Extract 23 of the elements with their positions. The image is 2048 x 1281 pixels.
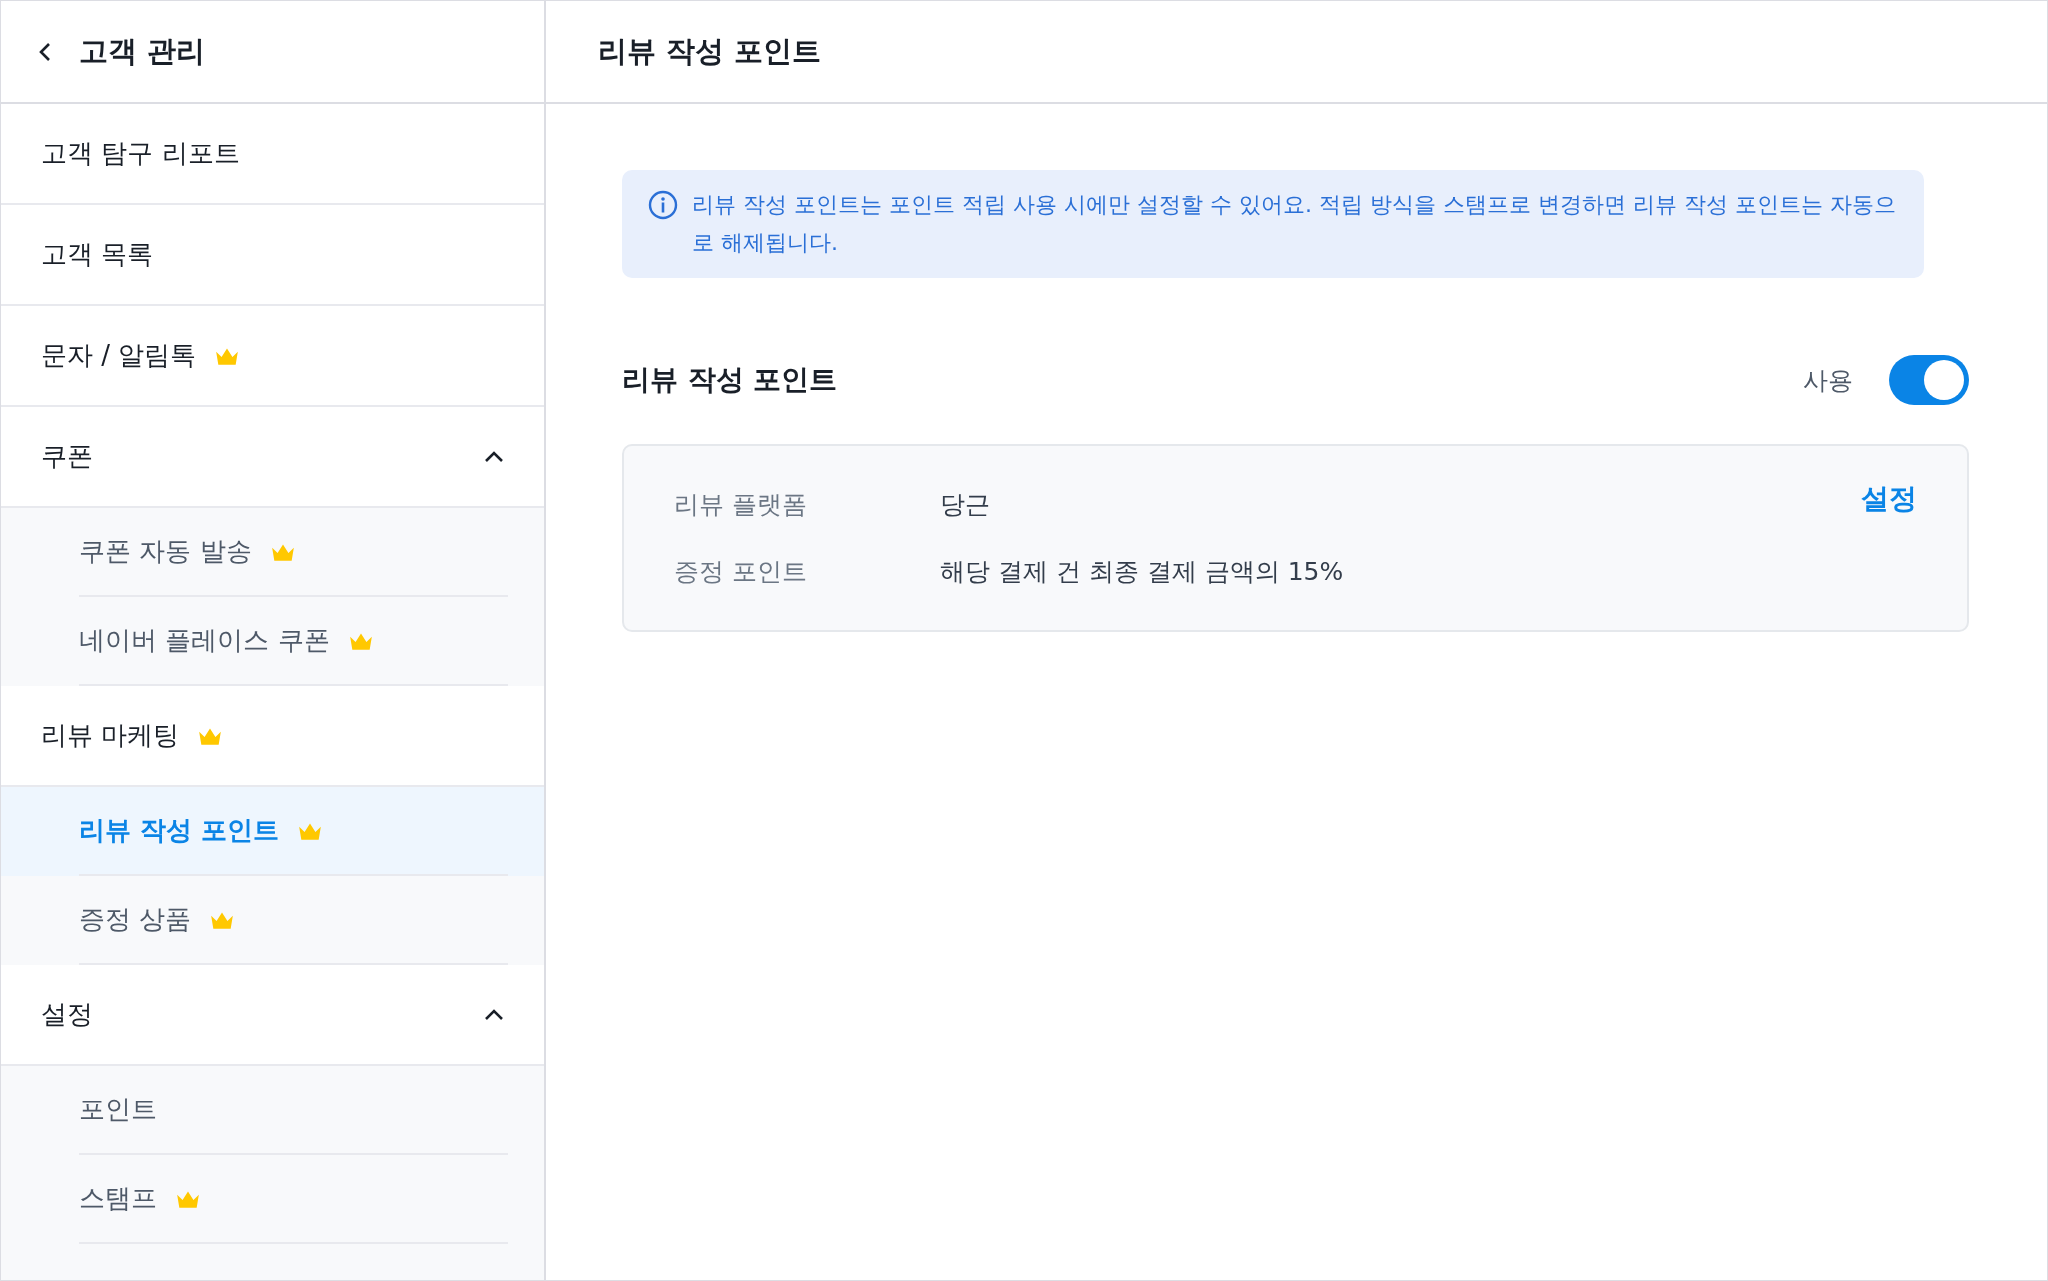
chevron-icon[interactable] (484, 1008, 504, 1021)
sidebar-item[interactable]: 설정 (1, 965, 544, 1066)
sidebar-subitem[interactable]: 쿠폰 자동 발송 (79, 508, 508, 597)
page-title: 리뷰 작성 포인트 (598, 32, 822, 70)
sidebar-item[interactable]: 문자 / 알림톡 (1, 306, 544, 407)
sidebar-subitem[interactable]: 포인트 (79, 1066, 508, 1155)
chevron-icon[interactable] (484, 450, 504, 463)
detail-label: 증정 포인트 (674, 556, 808, 588)
sidebar-title: 고객 관리 (79, 32, 206, 70)
section-title: 리뷰 작성 포인트 (622, 362, 839, 398)
detail-value: 당근 (940, 489, 991, 521)
toggle-label: 사용 (1803, 364, 1853, 397)
sidebar-item[interactable]: 고객 목록 (1, 205, 544, 306)
sidebar-item[interactable]: 리뷰 마케팅 (1, 686, 544, 787)
info-icon (648, 190, 678, 220)
sidebar-item[interactable]: 쿠폰 (1, 407, 544, 508)
detail-label: 리뷰 플랫폼 (674, 489, 808, 521)
settings-link[interactable]: 설정 (1861, 480, 1917, 518)
sidebar-item[interactable]: 고객 탐구 리포트 (1, 104, 544, 205)
back-icon[interactable] (39, 41, 51, 62)
notice-text: 리뷰 작성 포인트는 포인트 적립 사용 시에만 설정할 수 있어요. 적립 방식을 스탬프로 변경하면 리뷰 작성 포인트는 자동으로 해제됩니다. (692, 191, 1897, 257)
detail-value: 해당 결제 건 최종 결제 금액의 15% (940, 556, 1345, 588)
toggle-switch[interactable] (1889, 355, 1969, 405)
